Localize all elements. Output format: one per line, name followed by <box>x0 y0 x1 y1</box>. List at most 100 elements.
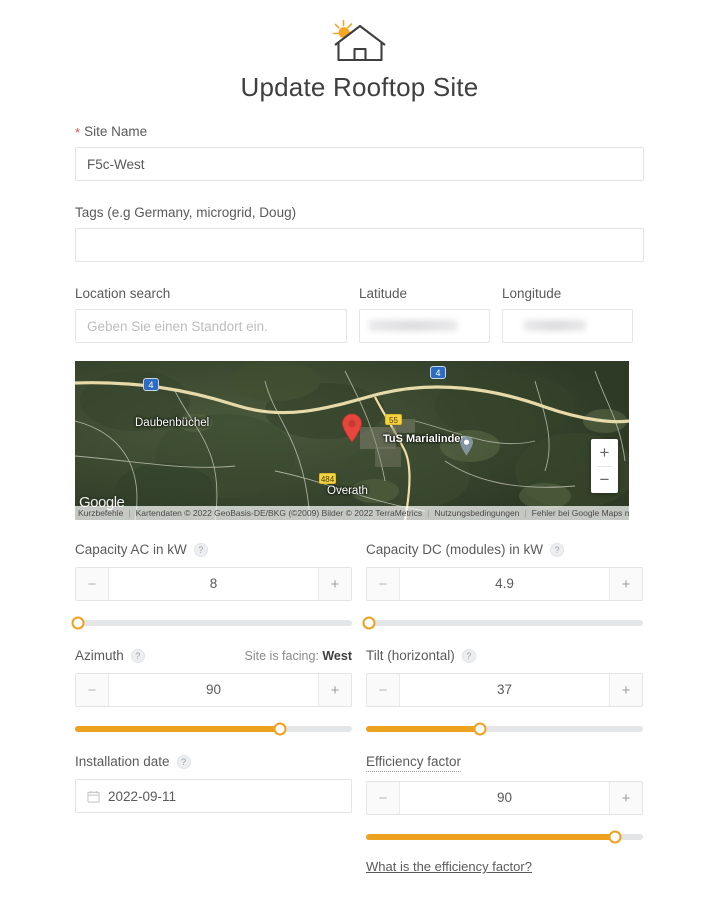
location-search-group: Location search <box>75 286 347 343</box>
azimuth-slider-fill <box>75 726 280 732</box>
map-zoom-out-button[interactable]: − <box>591 467 618 494</box>
capacity-dc-decrement-button[interactable]: − <box>367 568 400 600</box>
location-search-label-text: Location search <box>75 286 171 301</box>
tilt-slider-handle[interactable] <box>473 722 487 736</box>
attribution-separator: | <box>524 508 527 518</box>
map-report-error-link[interactable]: Fehler bei Google Maps melden <box>532 508 629 518</box>
capacity-ac-stepper[interactable]: − 8 + <box>75 567 352 601</box>
tilt-label-text: Tilt (horizontal) <box>366 648 455 663</box>
tilt-stepper[interactable]: − 37 + <box>366 673 643 707</box>
tags-field-group: Tags (e.g Germany, microgrid, Doug) <box>75 205 644 262</box>
capacity-ac-label: Capacity AC in kW ? <box>75 542 352 558</box>
capacity-ac-label-text: Capacity AC in kW <box>75 542 187 557</box>
azimuth-label: Azimuth ? Site is facing: West <box>75 648 352 664</box>
latitude-label: Latitude <box>359 286 490 302</box>
update-rooftop-site-page: Update Rooftop Site * Site Name Tags (e.… <box>0 0 719 905</box>
azimuth-slider-handle[interactable] <box>273 722 287 736</box>
installation-date-label: Installation date ? <box>75 754 352 770</box>
capacity-dc-slider[interactable] <box>362 616 643 630</box>
efficiency-factor-increment-button[interactable]: + <box>609 782 642 814</box>
location-search-input[interactable] <box>75 309 347 343</box>
azimuth-group: Azimuth ? Site is facing: West − 90 + <box>75 648 352 736</box>
efficiency-factor-label-text[interactable]: Efficiency factor <box>366 754 462 772</box>
map-zoom-controls[interactable]: + − <box>591 439 618 493</box>
capacity-dc-label: Capacity DC (modules) in kW ? <box>366 542 643 558</box>
page-header: Update Rooftop Site <box>0 0 719 104</box>
capacity-row: Capacity AC in kW ? − 8 + Capacity DC (m… <box>71 542 644 630</box>
map-zoom-in-button[interactable]: + <box>591 439 618 466</box>
capacity-ac-slider[interactable] <box>71 616 352 630</box>
location-row: Location search Latitude Longitude <box>75 286 644 343</box>
longitude-group: Longitude <box>502 286 633 343</box>
question-mark-icon[interactable]: ? <box>461 649 476 663</box>
efficiency-factor-label: Efficiency factor <box>366 754 643 772</box>
tilt-slider[interactable] <box>366 722 643 736</box>
tilt-decrement-button[interactable]: − <box>367 674 400 706</box>
capacity-ac-increment-button[interactable]: + <box>318 568 351 600</box>
tilt-label: Tilt (horizontal) ? <box>366 648 643 664</box>
efficiency-factor-stepper[interactable]: − 90 + <box>366 781 643 815</box>
capacity-dc-slider-handle[interactable] <box>362 616 376 630</box>
tilt-slider-fill <box>366 726 480 732</box>
tilt-increment-button[interactable]: + <box>609 674 642 706</box>
map-place-label: TuS Marialinden <box>383 433 468 445</box>
longitude-redacted-value <box>524 320 586 331</box>
capacity-dc-stepper[interactable]: − 4.9 + <box>366 567 643 601</box>
required-asterisk: * <box>75 124 81 140</box>
question-mark-icon[interactable]: ? <box>130 649 145 663</box>
installation-date-input[interactable]: 2022-09-11 <box>75 779 352 813</box>
azimuth-stepper[interactable]: − 90 + <box>75 673 352 707</box>
installation-date-value: 2022-09-11 <box>108 788 177 804</box>
azimuth-value[interactable]: 90 <box>109 674 318 706</box>
latitude-label-text: Latitude <box>359 286 408 301</box>
site-name-input[interactable] <box>75 147 644 181</box>
installation-date-label-text: Installation date <box>75 754 170 769</box>
attribution-separator: | <box>427 508 430 518</box>
site-name-label-text: Site Name <box>84 124 148 139</box>
site-form: * Site Name Tags (e.g Germany, microgrid… <box>0 124 719 876</box>
capacity-dc-increment-button[interactable]: + <box>609 568 642 600</box>
capacity-dc-label-text: Capacity DC (modules) in kW <box>366 542 544 557</box>
capacity-ac-decrement-button[interactable]: − <box>76 568 109 600</box>
page-title: Update Rooftop Site <box>240 72 479 102</box>
attribution-separator: | <box>128 508 131 518</box>
question-mark-icon[interactable]: ? <box>193 543 208 557</box>
location-map[interactable]: Daubenbüchel Overath TuS Marialinden 4 4… <box>75 361 629 520</box>
site-name-label: * Site Name <box>75 124 644 140</box>
latitude-group: Latitude <box>359 286 490 343</box>
azimuth-facing-prefix: Site is facing: <box>244 649 319 663</box>
map-attribution-bar: Kurzbefehle | Kartendaten © 2022 GeoBasi… <box>75 506 629 520</box>
tags-input[interactable] <box>75 228 644 262</box>
map-data-attribution: Kartendaten © 2022 GeoBasis-DE/BKG (©200… <box>135 508 423 518</box>
azimuth-increment-button[interactable]: + <box>318 674 351 706</box>
azimuth-slider[interactable] <box>75 722 352 736</box>
efficiency-factor-decrement-button[interactable]: − <box>367 782 400 814</box>
map-shortcuts-link[interactable]: Kurzbefehle <box>78 508 123 518</box>
date-efficiency-row: Installation date ? 2022-09-11 Efficienc… <box>75 754 644 876</box>
map-place-label: Overath <box>327 485 368 497</box>
efficiency-factor-slider-fill <box>366 834 616 840</box>
calendar-icon <box>87 790 100 803</box>
poi-pin-icon[interactable] <box>459 435 474 456</box>
question-mark-icon[interactable]: ? <box>176 755 191 769</box>
efficiency-factor-help-link[interactable]: What is the efficiency factor? <box>366 859 532 874</box>
efficiency-factor-value[interactable]: 90 <box>400 782 609 814</box>
azimuth-decrement-button[interactable]: − <box>76 674 109 706</box>
longitude-label-text: Longitude <box>502 286 562 301</box>
highway-shield-4: 4 <box>430 366 446 379</box>
capacity-ac-value[interactable]: 8 <box>109 568 318 600</box>
question-mark-icon[interactable]: ? <box>550 543 565 557</box>
tags-label: Tags (e.g Germany, microgrid, Doug) <box>75 205 644 221</box>
azimuth-facing-value: West <box>322 649 352 663</box>
capacity-ac-slider-handle[interactable] <box>71 616 85 630</box>
capacity-dc-value[interactable]: 4.9 <box>400 568 609 600</box>
efficiency-factor-group: Efficiency factor − 90 + What is the eff… <box>366 754 643 876</box>
efficiency-factor-slider[interactable] <box>366 830 643 844</box>
map-terms-link[interactable]: Nutzungsbedingungen <box>434 508 519 518</box>
efficiency-factor-slider-handle[interactable] <box>608 830 622 844</box>
tilt-value[interactable]: 37 <box>400 674 609 706</box>
map-pin-icon[interactable] <box>341 413 363 443</box>
capacity-dc-group: Capacity DC (modules) in kW ? − 4.9 + <box>362 542 643 630</box>
